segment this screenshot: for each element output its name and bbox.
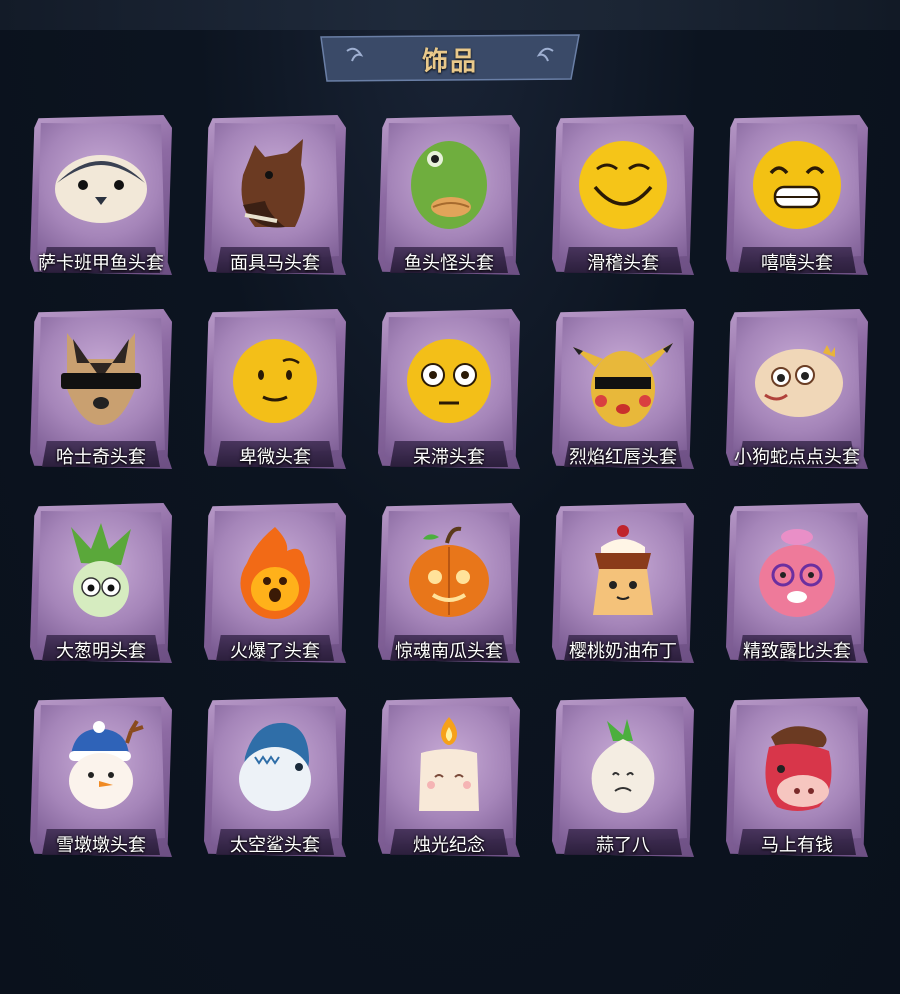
smirk-emoji-mask-icon — [579, 141, 667, 229]
page-title: 饰品 — [421, 47, 478, 77]
item-label: 雪墩墩头套 — [56, 835, 146, 856]
item-label: 萨卡班甲鱼头套 — [38, 253, 164, 274]
horse-mask-icon — [241, 139, 305, 228]
item-label: 嘻嘻头套 — [761, 253, 833, 274]
section-title-banner: 饰品 — [317, 33, 583, 83]
item-card[interactable]: 呆滞头套 — [378, 309, 520, 469]
snake-mask-icon — [755, 345, 843, 417]
item-card[interactable]: 面具马头套 — [204, 115, 346, 275]
shark-mask-icon — [239, 722, 311, 811]
item-card[interactable]: 惊魂南瓜头套 — [378, 503, 520, 663]
item-label: 火爆了头套 — [230, 641, 320, 662]
item-label: 哈士奇头套 — [56, 447, 146, 468]
item-card[interactable]: 精致露比头套 — [726, 503, 868, 663]
item-card[interactable]: 太空鲨头套 — [204, 697, 346, 857]
item-label: 精致露比头套 — [743, 641, 851, 662]
item-label: 太空鲨头套 — [230, 835, 320, 856]
item-card[interactable]: 烛光纪念 — [378, 697, 520, 857]
item-card[interactable]: 烈焰红唇头套 — [552, 309, 694, 469]
item-label: 烈焰红唇头套 — [569, 447, 677, 468]
item-card[interactable]: 鱼头怪头套 — [378, 115, 520, 275]
item-card[interactable]: 滑稽头套 — [552, 115, 694, 275]
fishhead-mask-icon — [411, 141, 487, 229]
item-label: 马上有钱 — [761, 835, 833, 856]
fire-mask-icon — [240, 527, 310, 619]
item-card[interactable]: 马上有钱 — [726, 697, 868, 857]
item-label: 蒜了八 — [596, 835, 650, 856]
item-label: 烛光纪念 — [413, 835, 485, 856]
item-card[interactable]: 哈士奇头套 — [30, 309, 172, 469]
item-card[interactable]: 萨卡班甲鱼头套 — [30, 115, 172, 275]
dazed-emoji-mask-icon — [407, 339, 491, 423]
accessory-grid: 萨卡班甲鱼头套 面具马头套 鱼头怪头套 滑稽头套 嘻嘻头套 哈士奇头套 卑微头套… — [30, 115, 870, 857]
item-label: 惊魂南瓜头套 — [395, 641, 503, 662]
item-label: 呆滞头套 — [413, 447, 485, 468]
item-card[interactable]: 樱桃奶油布丁 — [552, 503, 694, 663]
item-card[interactable]: 雪墩墩头套 — [30, 697, 172, 857]
candle-mask-icon — [419, 717, 479, 811]
scallion-mask-icon — [71, 523, 131, 617]
ruby-mask-icon — [759, 529, 835, 617]
pikachu-mask-icon — [573, 343, 673, 427]
item-label: 滑稽头套 — [587, 253, 659, 274]
item-card[interactable]: 大葱明头套 — [30, 503, 172, 663]
pudding-mask-icon — [593, 525, 653, 615]
item-card[interactable]: 小狗蛇点点头套 — [726, 309, 868, 469]
horse-red-mask-icon — [765, 726, 832, 811]
item-label: 面具马头套 — [230, 253, 320, 274]
pumpkin-mask-icon — [409, 526, 489, 617]
item-card[interactable]: 蒜了八 — [552, 697, 694, 857]
humble-emoji-mask-icon — [233, 339, 317, 423]
item-card[interactable]: 卑微头套 — [204, 309, 346, 469]
grin-emoji-mask-icon — [753, 141, 841, 229]
item-label: 鱼头怪头套 — [404, 253, 494, 274]
fish-mask-icon — [55, 155, 147, 223]
item-label: 大葱明头套 — [56, 641, 146, 662]
item-card[interactable]: 火爆了头套 — [204, 503, 346, 663]
item-card[interactable]: 嘻嘻头套 — [726, 115, 868, 275]
item-label: 樱桃奶油布丁 — [569, 641, 677, 662]
top-band — [0, 0, 900, 30]
snowman-mask-icon — [69, 719, 144, 809]
item-label: 卑微头套 — [239, 447, 311, 468]
item-label: 小狗蛇点点头套 — [734, 447, 860, 468]
garlic-mask-icon — [591, 719, 655, 813]
husky-mask-icon — [61, 333, 141, 425]
